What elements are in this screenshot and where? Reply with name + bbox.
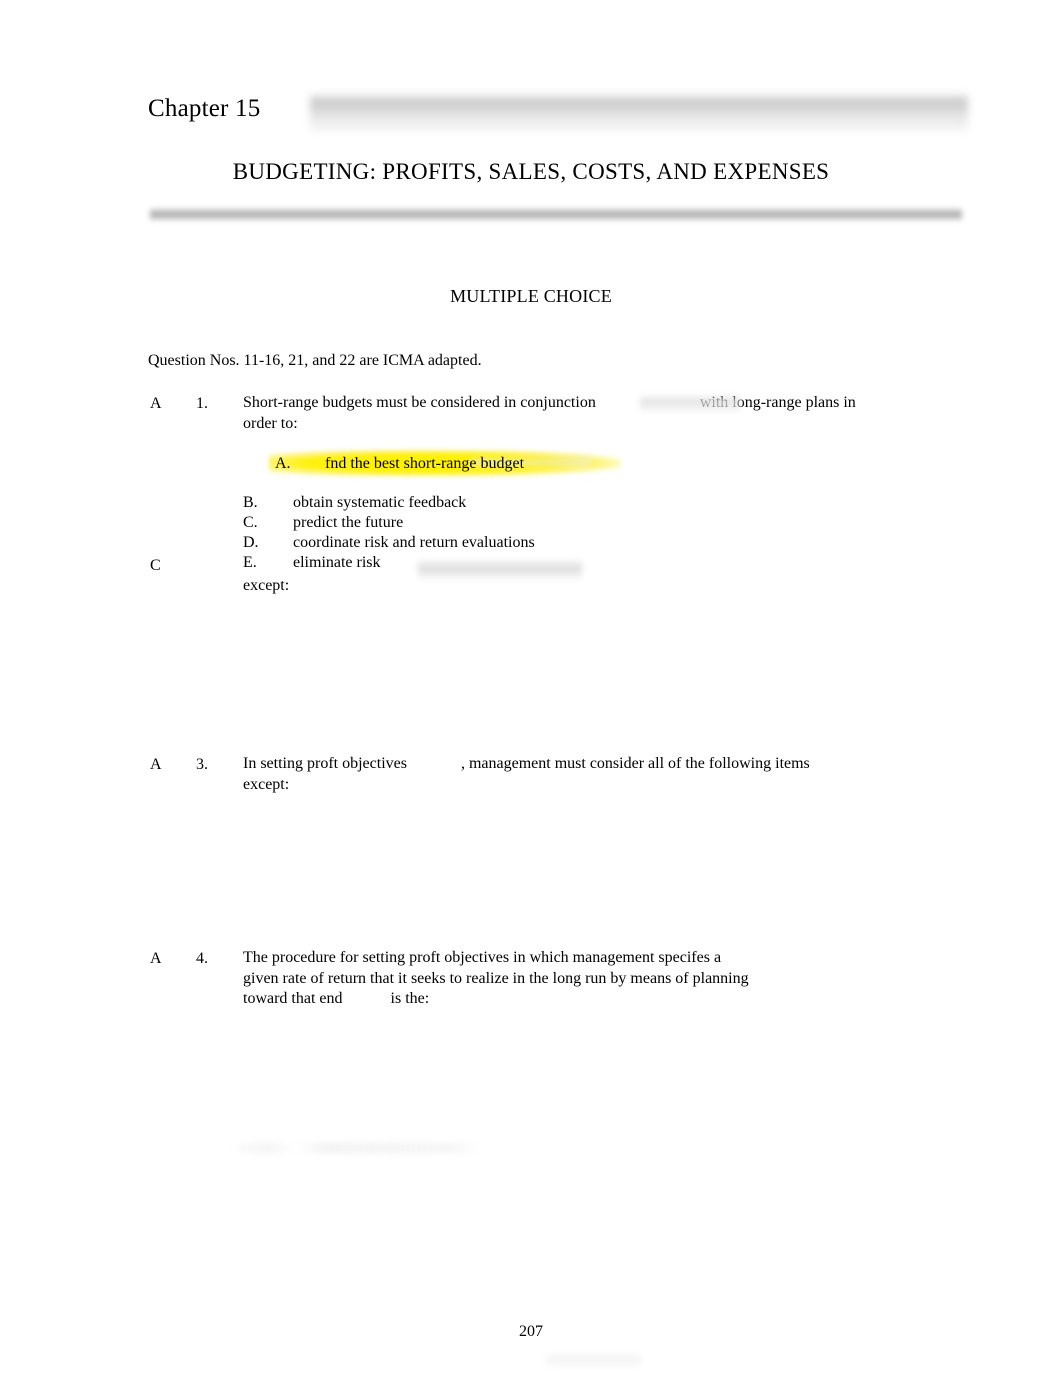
- option-letter: C.: [243, 514, 258, 531]
- question-stem: except:: [243, 576, 943, 597]
- redacted-header-bar: [310, 93, 968, 133]
- question-number: 4.: [196, 950, 208, 967]
- question-stem-line: order to:: [243, 414, 298, 432]
- question-stem-text-after-gap: , management must consider all of the fo…: [460, 755, 810, 772]
- option-item[interactable]: E. eliminate risk: [243, 553, 943, 573]
- option-text: predict the future: [293, 514, 404, 531]
- question-stem-text-before-gap: toward that end: [243, 990, 343, 1007]
- question-number: 3.: [196, 756, 208, 773]
- page-number: 207: [519, 1323, 543, 1340]
- chapter-label: Chapter 15: [148, 95, 261, 122]
- section-heading: MULTIPLE CHOICE: [450, 286, 612, 306]
- option-item[interactable]: A. fnd the best short-range budget: [243, 434, 524, 472]
- answer-key-letter: C: [150, 557, 161, 574]
- question-stem-line: given rate of return that it seeks to re…: [243, 969, 749, 987]
- answer-key-letter: A: [150, 756, 162, 773]
- question-number: 1.: [196, 395, 208, 412]
- option-text: fnd the best short-range budget: [325, 455, 525, 472]
- question-stem-line: except:: [243, 577, 290, 594]
- question-stem-line: The procedure for setting proft objectiv…: [243, 949, 722, 966]
- option-item[interactable]: C. predict the future: [243, 513, 943, 533]
- question-stem: Short-range budgets must be considered i…: [243, 393, 943, 434]
- option-item[interactable]: D. coordinate risk and return evaluations: [243, 533, 943, 553]
- document-page: Chapter 15 BUDGETING: PROFITS, SALES, CO…: [0, 0, 1062, 1377]
- question-stem-line: except:: [243, 775, 290, 793]
- option-letter: B.: [243, 494, 258, 511]
- header-rule-divider: [150, 207, 962, 222]
- chapter-header: Chapter 15: [148, 92, 968, 138]
- answer-key-letter: A: [150, 395, 162, 412]
- question-stem-line: In setting proft objectives , management …: [243, 754, 943, 775]
- option-text: coordinate risk and return evaluations: [293, 534, 535, 551]
- question-stem: In setting proft objectives , management …: [243, 754, 943, 795]
- question-stem-line: toward that end is the:: [243, 989, 943, 1010]
- option-text: obtain systematic feedback: [293, 494, 467, 511]
- page-title: BUDGETING: PROFITS, SALES, COSTS, AND EX…: [232, 159, 830, 184]
- redacted-smudge: [546, 1352, 642, 1368]
- source-note: Question Nos. 11-16, 21, and 22 are ICMA…: [148, 352, 482, 369]
- option-letter: E.: [243, 554, 257, 571]
- answer-key-letter: A: [150, 950, 162, 967]
- option-letter: D.: [243, 534, 259, 551]
- question-stem-text-before-gap: In setting proft objectives: [243, 755, 407, 772]
- option-list: A. fnd the best short-range budget B. obta…: [243, 434, 943, 573]
- highlight-marker: A. fnd the best short-range budget: [275, 454, 524, 474]
- question-stem-text-after-gap: is the:: [390, 990, 430, 1007]
- option-letter: A.: [275, 455, 291, 472]
- option-text: eliminate risk: [293, 554, 381, 571]
- question-stem: The procedure for setting proft objectiv…: [243, 948, 943, 1010]
- question-stem-text-after-gap: with long-range plans in: [699, 394, 856, 411]
- question-stem-text-before-gap: Short-range budgets must be considered i…: [243, 394, 596, 411]
- question-stem-line: Short-range budgets must be considered i…: [243, 393, 943, 414]
- redacted-smudge: [238, 1142, 478, 1154]
- option-item[interactable]: B. obtain systematic feedback: [243, 493, 943, 513]
